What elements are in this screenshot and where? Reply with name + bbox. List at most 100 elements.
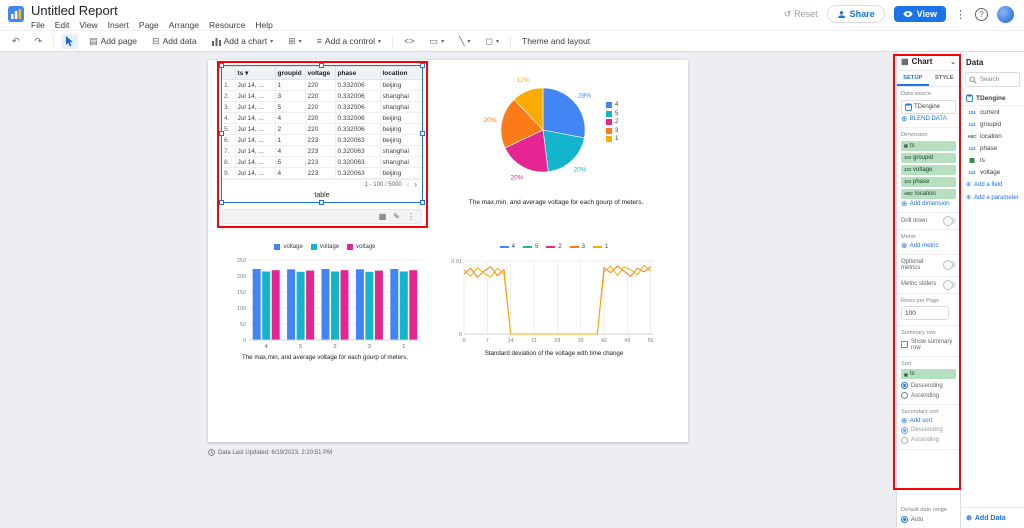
add-parameter-button[interactable]: ⊕ Add a parameter bbox=[961, 191, 1024, 204]
secondary-descending-option[interactable]: Descending bbox=[901, 426, 956, 434]
field-phase[interactable]: 123 phase bbox=[961, 142, 1024, 154]
add-control-button[interactable]: ≡ Add a control ▾ bbox=[313, 34, 385, 48]
selection-handle[interactable] bbox=[219, 200, 224, 205]
menu-resource[interactable]: Resource bbox=[209, 20, 245, 30]
table-cell: shanghai bbox=[379, 145, 423, 157]
prev-page-icon[interactable]: ‹ bbox=[407, 181, 410, 189]
radio-selected-icon[interactable] bbox=[901, 382, 908, 389]
help-icon[interactable]: ? bbox=[975, 7, 988, 21]
dimension-chip-groupid[interactable]: 123 groupid bbox=[901, 152, 956, 163]
field-groupid[interactable]: 123 groupid bbox=[961, 118, 1024, 130]
field-location[interactable]: ABC location bbox=[961, 130, 1024, 142]
redo-button[interactable]: ↷ bbox=[31, 34, 47, 49]
menu-arrange[interactable]: Arrange bbox=[169, 20, 199, 30]
menu-file[interactable]: File bbox=[31, 20, 45, 30]
column-header-ts[interactable]: ts ▾ bbox=[234, 66, 276, 80]
bar-chart[interactable]: 0 50 100 150 200 250 4 5 2 3 1 bbox=[225, 252, 425, 352]
selection-handle[interactable] bbox=[420, 63, 425, 68]
data-source-row[interactable]: TDengine bbox=[961, 91, 1024, 106]
sort-descending-option[interactable]: Descending bbox=[901, 382, 956, 389]
pie-chart-block[interactable]: 28% 20% 20% 20% 12% 4 5 2 3 1 The max,min, and a… bbox=[448, 68, 664, 218]
chevron-down-icon[interactable]: ⌄ bbox=[950, 58, 956, 66]
share-button[interactable]: Share bbox=[826, 5, 885, 23]
field-ts[interactable]: ▦ ts bbox=[961, 154, 1024, 166]
avatar[interactable] bbox=[997, 5, 1014, 23]
dimension-chip-voltage[interactable]: 123 voltage bbox=[901, 164, 956, 175]
shape-tool-button[interactable]: ◻ ▾ bbox=[482, 34, 504, 49]
toolbar-divider bbox=[510, 34, 512, 48]
looker-studio-logo[interactable] bbox=[8, 6, 24, 24]
summary-row-checkbox[interactable] bbox=[901, 341, 908, 348]
column-header-location[interactable]: location bbox=[379, 66, 423, 80]
field-voltage[interactable]: 123 voltage bbox=[961, 166, 1024, 178]
line-chart-block[interactable]: 4 5 2 3 1 0 7 14 21 28 35 42 49 56 0.01 0 Standard dev… bbox=[440, 242, 668, 357]
field-type-icon: ▦ bbox=[904, 143, 908, 148]
tab-setup[interactable]: SETUP bbox=[897, 71, 929, 86]
community-visualizations-button[interactable]: ⊞ ▾ bbox=[284, 34, 306, 49]
date-range-auto-option[interactable]: Auto bbox=[901, 516, 956, 523]
menu-help[interactable]: Help bbox=[255, 20, 272, 30]
report-title[interactable]: Untitled Report bbox=[31, 4, 273, 18]
image-button[interactable]: ▭ ▾ bbox=[426, 34, 449, 49]
add-page-button[interactable]: ▤ Add page bbox=[85, 34, 141, 49]
line-chart[interactable]: 0 7 14 21 28 35 42 49 56 0.01 0 bbox=[444, 252, 664, 348]
blend-data-button[interactable]: ⊕ BLEND DATA bbox=[901, 115, 956, 123]
sort-field-chip[interactable]: ▦ ts bbox=[901, 369, 956, 379]
menu-insert[interactable]: Insert bbox=[108, 20, 129, 30]
data-source-chip[interactable]: TDengine bbox=[901, 99, 956, 114]
more-options-icon[interactable]: ⋮ bbox=[955, 8, 966, 21]
selection-handle[interactable] bbox=[420, 131, 425, 136]
report-page[interactable]: ts ▾ groupid voltage phase location 1. Jul 14… bbox=[208, 60, 688, 442]
rows-per-page-input[interactable]: 100 bbox=[901, 306, 949, 320]
menu-edit[interactable]: Edit bbox=[55, 20, 70, 30]
dimension-chip-phase[interactable]: 123 phase bbox=[901, 176, 956, 187]
add-data-button[interactable]: ⊟ Add data bbox=[148, 34, 201, 49]
drill-down-toggle[interactable] bbox=[943, 216, 956, 226]
dimension-chip-location[interactable]: ABC location bbox=[901, 188, 956, 199]
radio-icon[interactable] bbox=[901, 392, 908, 399]
bar-chart-block[interactable]: voltage voltage voltage 0 50 100 150 200 250 4 5 2… bbox=[220, 242, 430, 361]
table-chart[interactable]: ts ▾ groupid voltage phase location 1. Jul 14… bbox=[219, 63, 425, 205]
add-data-button-bottom[interactable]: ⊕ Add Data bbox=[961, 507, 1024, 528]
menu-view[interactable]: View bbox=[79, 20, 97, 30]
sort-ascending-option[interactable]: Ascending bbox=[901, 392, 956, 399]
view-button[interactable]: View bbox=[893, 6, 946, 22]
radio-selected-icon[interactable] bbox=[901, 516, 908, 523]
column-header-voltage[interactable]: voltage bbox=[304, 66, 336, 80]
selection-handle[interactable] bbox=[420, 200, 425, 205]
add-sort-button[interactable]: ⊕ Add sort bbox=[901, 416, 956, 424]
reset-button[interactable]: ↺ Reset bbox=[784, 9, 818, 20]
field-current[interactable]: 123 current bbox=[961, 106, 1024, 118]
quick-more-options-icon[interactable]: ⋮ bbox=[407, 212, 415, 221]
selection-handle[interactable] bbox=[319, 200, 324, 205]
quick-chart-icon[interactable]: ▦ bbox=[379, 212, 387, 221]
next-page-icon[interactable]: › bbox=[414, 181, 417, 189]
add-metric-button[interactable]: ⊕ Add metric bbox=[901, 241, 956, 249]
embed-url-button[interactable]: <> bbox=[400, 34, 419, 48]
pie-chart[interactable]: 28% 20% 20% 20% 12% bbox=[448, 68, 664, 196]
selection-handle[interactable] bbox=[219, 131, 224, 136]
field-search-input[interactable]: Search bbox=[965, 72, 1020, 87]
add-dimension-button[interactable]: ⊕ Add dimension bbox=[901, 200, 956, 208]
add-chart-button[interactable]: Add a chart ▾ bbox=[208, 34, 278, 48]
optional-metrics-toggle[interactable] bbox=[943, 260, 956, 270]
undo-button[interactable]: ↶ bbox=[8, 34, 24, 49]
selection-handle[interactable] bbox=[219, 63, 224, 68]
metric-sliders-toggle[interactable] bbox=[943, 279, 956, 290]
line-tool-button[interactable]: ╲ ▾ bbox=[455, 34, 474, 49]
dimension-chip-ts[interactable]: ▦ ts bbox=[901, 140, 956, 151]
quick-edit-icon[interactable]: ✎ bbox=[393, 212, 400, 221]
radio-selected-icon[interactable] bbox=[901, 426, 908, 434]
add-field-button[interactable]: ⊕ Add a field bbox=[961, 178, 1024, 191]
column-header-groupid[interactable]: groupid bbox=[274, 66, 306, 80]
menu-page[interactable]: Page bbox=[139, 20, 159, 30]
looker-studio-logo-icon bbox=[8, 6, 24, 22]
radio-icon[interactable] bbox=[901, 436, 908, 444]
secondary-ascending-option[interactable]: Ascending bbox=[901, 436, 956, 444]
column-header-phase[interactable]: phase bbox=[334, 66, 381, 80]
report-canvas[interactable]: ts ▾ groupid voltage phase location 1. Jul 14… bbox=[0, 52, 896, 528]
tab-style[interactable]: STYLE bbox=[929, 71, 961, 86]
selection-handle[interactable] bbox=[319, 63, 324, 68]
theme-layout-button[interactable]: Theme and layout bbox=[518, 34, 594, 48]
select-tool-button[interactable] bbox=[61, 33, 79, 49]
